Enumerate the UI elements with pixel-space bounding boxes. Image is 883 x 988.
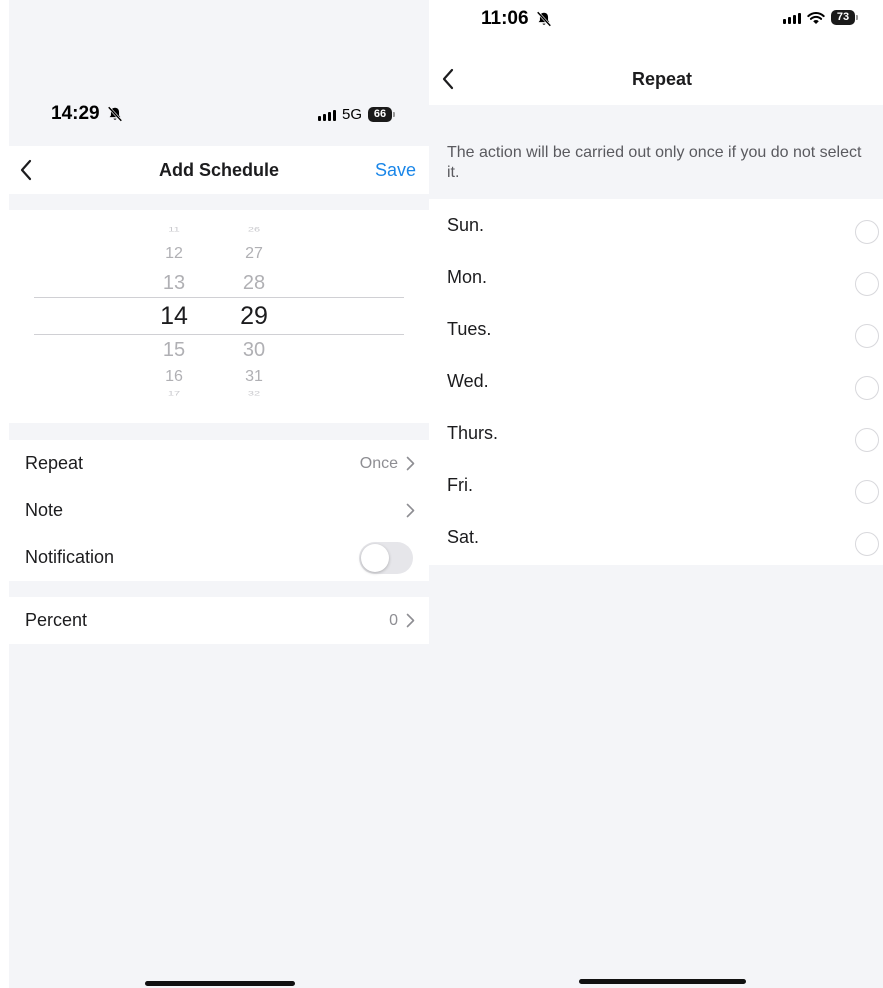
status-indicators: 73 xyxy=(783,10,858,25)
minute-option[interactable]: 31 xyxy=(224,368,284,386)
minute-option[interactable]: 32 xyxy=(224,391,284,398)
day-label: Tues. xyxy=(447,319,492,339)
page-title: Add Schedule xyxy=(158,160,279,180)
hour-option[interactable]: 16 xyxy=(144,368,204,386)
battery-level: 66 xyxy=(368,107,392,122)
radio-circle-icon[interactable] xyxy=(855,220,879,244)
radio-circle-icon[interactable] xyxy=(855,272,879,296)
battery-icon: 73 xyxy=(831,10,858,25)
status-indicators: 5G 66 xyxy=(317,106,395,123)
radio-circle-icon[interactable] xyxy=(855,428,879,452)
day-row-sun[interactable]: Sun. xyxy=(429,199,883,251)
repeat-value: Once xyxy=(359,454,398,472)
settings-list: Repeat Once Note Notification xyxy=(9,440,429,581)
wifi-icon xyxy=(807,11,825,24)
radio-circle-icon[interactable] xyxy=(855,532,879,556)
add-schedule-screen: 14:29 5G 66 Add Schedule Save 11 12 13 1… xyxy=(9,0,429,988)
day-row-wed[interactable]: Wed. xyxy=(429,355,883,407)
top-area: 11:06 73 Repeat xyxy=(429,0,883,105)
hour-option[interactable]: 15 xyxy=(144,339,204,362)
status-time: 11:06 xyxy=(481,8,529,29)
day-row-sat[interactable]: Sat. xyxy=(429,511,883,563)
day-label: Fri. xyxy=(447,475,473,495)
selected-hour[interactable]: 14 xyxy=(144,302,204,331)
page-title: Repeat xyxy=(631,69,693,89)
chevron-right-icon xyxy=(406,503,415,518)
day-label: Thurs. xyxy=(447,423,499,443)
hour-option[interactable]: 12 xyxy=(144,245,204,263)
battery-level: 73 xyxy=(831,10,855,25)
status-time-group: 14:29 xyxy=(51,103,124,125)
percent-value: 0 xyxy=(389,611,398,629)
day-row-fri[interactable]: Fri. xyxy=(429,459,883,511)
day-label: Mon. xyxy=(447,267,488,287)
toggle-knob xyxy=(361,543,389,572)
day-row-mon[interactable]: Mon. xyxy=(429,251,883,303)
day-row-thurs[interactable]: Thurs. xyxy=(429,407,883,459)
day-row-tues[interactable]: Tues. xyxy=(429,303,883,355)
notification-row: Notification xyxy=(9,534,429,581)
chevron-right-icon xyxy=(406,613,415,628)
home-indicator xyxy=(145,981,295,986)
minute-option[interactable]: 30 xyxy=(224,339,284,362)
notification-toggle[interactable] xyxy=(359,541,413,574)
chevron-right-icon xyxy=(406,456,415,471)
hour-column[interactable]: 11 12 13 14 15 16 17 xyxy=(144,210,204,423)
radio-circle-icon[interactable] xyxy=(855,376,879,400)
signal-icon xyxy=(783,12,801,24)
hour-option[interactable]: 17 xyxy=(144,391,204,398)
repeat-value-group: Once xyxy=(360,455,415,473)
percent-label: Percent xyxy=(25,610,88,630)
status-time-group: 11:06 xyxy=(481,8,553,30)
bell-slash-icon xyxy=(107,106,122,122)
percent-row[interactable]: Percent 0 xyxy=(9,597,429,644)
repeat-screen: 11:06 73 Repeat The action will be carri… xyxy=(429,0,883,988)
time-picker[interactable]: 11 12 13 14 15 16 17 26 27 28 29 30 31 3… xyxy=(9,210,429,423)
percent-value-group: 0 xyxy=(389,612,415,630)
picker-selection-bottom-line xyxy=(34,334,404,335)
status-time: 14:29 xyxy=(51,103,100,124)
minute-option[interactable]: 27 xyxy=(224,245,284,263)
signal-icon xyxy=(317,109,336,121)
save-button[interactable]: Save xyxy=(375,160,416,181)
status-bar: 14:29 5G 66 xyxy=(9,103,429,127)
radio-circle-icon[interactable] xyxy=(855,480,879,504)
minute-option[interactable]: 26 xyxy=(224,227,284,234)
note-row[interactable]: Note xyxy=(9,487,429,534)
note-label: Note xyxy=(25,500,64,520)
repeat-label: Repeat xyxy=(25,453,84,473)
selected-minute[interactable]: 29 xyxy=(224,302,284,331)
percent-list: Percent 0 xyxy=(9,597,429,644)
nav-header: Add Schedule Save xyxy=(9,146,429,194)
day-label: Sun. xyxy=(447,215,485,235)
hour-option[interactable]: 13 xyxy=(144,272,204,295)
network-type: 5G xyxy=(341,106,362,123)
radio-circle-icon[interactable] xyxy=(855,324,879,348)
notification-toggle-wrap xyxy=(359,541,413,574)
minute-column[interactable]: 26 27 28 29 30 31 32 xyxy=(224,210,284,423)
repeat-hint-text: The action will be carried out only once… xyxy=(447,144,862,181)
note-value-group xyxy=(406,503,415,518)
repeat-row[interactable]: Repeat Once xyxy=(9,440,429,487)
weekday-list: Sun. Mon. Tues. Wed. Thurs. Fri. Sat. xyxy=(429,199,883,565)
picker-selection-top-line xyxy=(34,297,404,298)
bell-slash-icon xyxy=(536,11,551,27)
notification-label: Notification xyxy=(25,547,115,567)
battery-icon: 66 xyxy=(368,107,395,122)
day-label: Wed. xyxy=(447,371,489,391)
hour-option[interactable]: 11 xyxy=(144,227,204,234)
minute-option[interactable]: 28 xyxy=(224,272,284,295)
home-indicator xyxy=(579,979,746,984)
day-label: Sat. xyxy=(447,527,480,547)
